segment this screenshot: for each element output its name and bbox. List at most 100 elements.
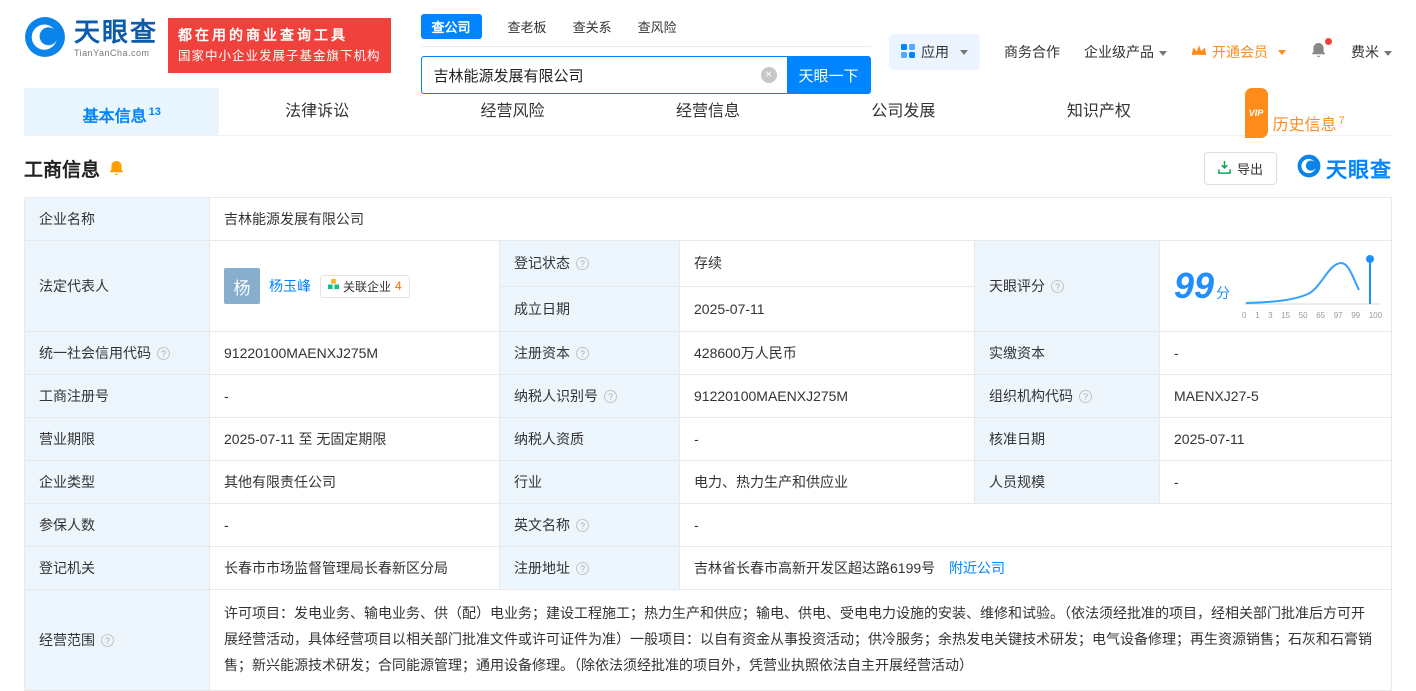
field-value-business-term: 2025-07-11 至 无固定期限 xyxy=(210,418,500,461)
table-row: 统一社会信用代码 91220100MAENXJ275M 注册资本 428600万… xyxy=(25,332,1392,375)
company-detail-tabs: 基本信息13 法律诉讼 经营风险 经营信息 公司发展 知识产权 VIP 历史信息… xyxy=(24,88,1392,136)
field-label-english-name: 英文名称 xyxy=(500,504,680,547)
bell-icon xyxy=(1310,42,1327,63)
tianyancha-logo[interactable]: 天眼查 TianYanCha.com xyxy=(24,16,158,61)
tab-operating-risk[interactable]: 经营风险 xyxy=(415,88,610,135)
brand-name: 天眼查 xyxy=(74,19,158,45)
header-nav: 应用 商务合作 企业级产品 开通会员 费米 xyxy=(889,12,1392,70)
crown-icon xyxy=(1191,44,1207,60)
legal-rep-name-link[interactable]: 杨玉峰 xyxy=(269,276,311,296)
help-icon[interactable] xyxy=(576,347,589,360)
help-icon[interactable] xyxy=(1051,280,1064,293)
field-label-staff-size: 人员规模 xyxy=(975,461,1160,504)
field-value-reg-number: - xyxy=(210,375,500,418)
table-row: 工商注册号 - 纳税人识别号 91220100MAENXJ275M 组织机构代码… xyxy=(25,375,1392,418)
score-axis-labels: 0131550659799100 xyxy=(1242,311,1382,320)
related-companies-tag[interactable]: 关联企业 4 xyxy=(320,275,410,298)
field-label-industry: 行业 xyxy=(500,461,680,504)
chevron-down-icon xyxy=(1278,50,1286,55)
field-value-paid-capital: - xyxy=(1160,332,1392,375)
field-value-company-type: 其他有限责任公司 xyxy=(210,461,500,504)
field-label-org-code: 组织机构代码 xyxy=(975,375,1160,418)
field-label-company-name: 企业名称 xyxy=(25,198,210,241)
open-vip-menu[interactable]: 开通会员 xyxy=(1191,42,1286,62)
field-value-reg-address: 吉林省长春市高新开发区超达路6199号 附近公司 xyxy=(680,547,1392,590)
tab-company-development[interactable]: 公司发展 xyxy=(806,88,1001,135)
tab-legal-proceedings[interactable]: 法律诉讼 xyxy=(219,88,414,135)
field-value-taxpayer-id: 91220100MAENXJ275M xyxy=(680,375,975,418)
field-value-approve-date: 2025-07-11 xyxy=(1160,418,1392,461)
table-row: 企业类型 其他有限责任公司 行业 电力、热力生产和供应业 人员规模 - xyxy=(25,461,1392,504)
export-icon xyxy=(1218,161,1231,177)
export-button[interactable]: 导出 xyxy=(1204,152,1277,185)
help-icon[interactable] xyxy=(576,562,589,575)
tab-basic-info[interactable]: 基本信息13 xyxy=(24,88,219,135)
search-tab-boss[interactable]: 查老板 xyxy=(508,17,547,36)
chevron-down-icon xyxy=(1159,51,1167,56)
related-companies-count: 4 xyxy=(395,279,402,293)
related-companies-icon xyxy=(328,279,339,293)
field-value-establish-date: 2025-07-11 xyxy=(680,286,975,332)
search-input[interactable] xyxy=(432,66,761,85)
field-value-insured-count: - xyxy=(210,504,500,547)
notifications-bell[interactable] xyxy=(1310,42,1327,63)
field-value-credit-code: 91220100MAENXJ275M xyxy=(210,332,500,375)
tab-intellectual-property[interactable]: 知识产权 xyxy=(1001,88,1196,135)
help-icon[interactable] xyxy=(101,634,114,647)
field-value-industry: 电力、热力生产和供应业 xyxy=(680,461,975,504)
tab-operating-info[interactable]: 经营信息 xyxy=(610,88,805,135)
help-icon[interactable] xyxy=(604,390,617,403)
score-chart: 0131550659799100 xyxy=(1242,252,1382,320)
user-menu[interactable]: 费米 xyxy=(1351,42,1392,62)
help-icon[interactable] xyxy=(576,257,589,270)
apps-grid-icon xyxy=(901,44,915,61)
clear-search-icon[interactable] xyxy=(761,67,777,83)
field-value-org-code: MAENXJ27-5 xyxy=(1160,375,1392,418)
field-label-score: 天眼评分 xyxy=(975,241,1160,332)
field-value-legal-rep: 杨 杨玉峰 关联企业 4 xyxy=(210,241,500,332)
legal-rep-avatar[interactable]: 杨 xyxy=(224,268,260,304)
tab-history-info[interactable]: VIP 历史信息7 xyxy=(1197,88,1392,135)
score-unit: 分 xyxy=(1216,285,1230,301)
field-value-reg-authority: 长春市市场监督管理局长春新区分局 xyxy=(210,547,500,590)
search-tab-company[interactable]: 查公司 xyxy=(421,14,482,39)
slogan-line1: 都在用的商业查询工具 xyxy=(178,25,381,47)
business-info-table: 企业名称 吉林能源发展有限公司 法定代表人 杨 杨玉峰 关联企业 4 登记状态 … xyxy=(24,197,1392,691)
table-row: 参保人数 - 英文名称 - xyxy=(25,504,1392,547)
field-label-insured-count: 参保人数 xyxy=(25,504,210,547)
field-label-reg-status: 登记状态 xyxy=(500,241,680,287)
slogan-banner: 都在用的商业查询工具 国家中小企业发展子基金旗下机构 xyxy=(168,18,391,73)
notification-badge xyxy=(1325,38,1332,45)
brand-domain: TianYanCha.com xyxy=(74,49,158,58)
search-tab-relation[interactable]: 查关系 xyxy=(573,17,612,36)
table-row: 法定代表人 杨 杨玉峰 关联企业 4 登记状态 存续 天眼评分 xyxy=(25,241,1392,287)
tianyancha-logo-icon xyxy=(24,16,66,61)
field-value-taxpayer-quality: - xyxy=(680,418,975,461)
field-label-business-scope: 经营范围 xyxy=(25,590,210,691)
nearby-companies-link[interactable]: 附近公司 xyxy=(949,560,1005,576)
help-icon[interactable] xyxy=(157,347,170,360)
help-icon[interactable] xyxy=(1079,390,1092,403)
chevron-down-icon xyxy=(1384,51,1392,56)
field-label-reg-capital: 注册资本 xyxy=(500,332,680,375)
subscribe-bell-icon[interactable] xyxy=(108,160,125,178)
search-area: 查公司 查老板 查关系 查风险 天眼一下 xyxy=(421,12,871,94)
enterprise-products-menu[interactable]: 企业级产品 xyxy=(1084,42,1167,62)
apps-label: 应用 xyxy=(921,42,949,62)
field-label-company-type: 企业类型 xyxy=(25,461,210,504)
apps-menu[interactable]: 应用 xyxy=(889,34,980,70)
field-label-business-term: 营业期限 xyxy=(25,418,210,461)
field-label-reg-address: 注册地址 xyxy=(500,547,680,590)
table-row: 登记机关 长春市市场监督管理局长春新区分局 注册地址 吉林省长春市高新开发区超达… xyxy=(25,547,1392,590)
table-row: 营业期限 2025-07-11 至 无固定期限 纳税人资质 - 核准日期 202… xyxy=(25,418,1392,461)
field-value-reg-capital: 428600万人民币 xyxy=(680,332,975,375)
field-value-business-scope: 许可项目：发电业务、输电业务、供（配）电业务；建设工程施工；热力生产和供应；输电… xyxy=(210,590,1392,691)
search-tab-risk[interactable]: 查风险 xyxy=(638,17,677,36)
field-value-english-name: - xyxy=(680,504,1392,547)
table-row: 经营范围 许可项目：发电业务、输电业务、供（配）电业务；建设工程施工；热力生产和… xyxy=(25,590,1392,691)
top-header: 天眼查 TianYanCha.com 都在用的商业查询工具 国家中小企业发展子基… xyxy=(0,0,1416,88)
table-row: 企业名称 吉林能源发展有限公司 xyxy=(25,198,1392,241)
help-icon[interactable] xyxy=(576,519,589,532)
section-title: 工商信息 xyxy=(24,155,100,182)
business-cooperation-link[interactable]: 商务合作 xyxy=(1004,42,1060,62)
